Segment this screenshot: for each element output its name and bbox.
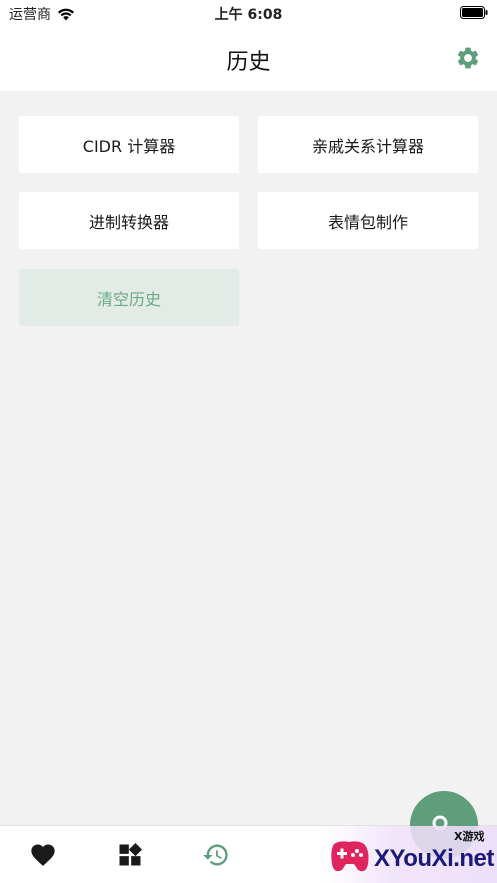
navigation-bar: 历史 — [0, 26, 497, 91]
tool-meme-maker[interactable]: 表情包制作 — [258, 192, 478, 249]
tool-base-converter[interactable]: 进制转换器 — [19, 192, 239, 249]
history-icon — [203, 844, 228, 866]
tab-history[interactable] — [202, 841, 230, 869]
clear-history-button[interactable]: 清空历史 — [19, 269, 239, 326]
heart-icon — [31, 844, 55, 866]
clear-history-label: 清空历史 — [96, 289, 161, 309]
page-title: 历史 — [226, 50, 271, 75]
tool-cidr-calculator[interactable]: CIDR 计算器 — [19, 116, 239, 173]
tool-relative-calculator[interactable]: 亲戚关系计算器 — [258, 116, 478, 173]
status-time: 上午 6:08 — [214, 7, 283, 23]
tab-favorites[interactable] — [29, 841, 57, 869]
settings-button[interactable] — [455, 45, 481, 71]
gamepad-logo-icon — [331, 841, 369, 872]
widgets-icon — [119, 842, 143, 866]
tool-label: 亲戚关系计算器 — [311, 136, 424, 156]
battery-icon — [460, 6, 488, 19]
tab-tools[interactable] — [116, 841, 144, 869]
history-content: CIDR 计算器 亲戚关系计算器 进制转换器 表情包制作 清空历史 — [0, 91, 497, 825]
watermark-tag: X游戏 — [454, 830, 485, 843]
watermark-brand: XYouXi.net — [374, 845, 494, 872]
gear-icon — [457, 47, 479, 69]
watermark-overlay: X游戏 XYouXi.net — [322, 826, 497, 883]
tool-label: 表情包制作 — [327, 212, 408, 232]
tool-label: 进制转换器 — [88, 212, 169, 232]
status-bar: 运营商 上午 6:08 — [0, 0, 497, 26]
tool-label: CIDR 计算器 — [82, 136, 176, 156]
